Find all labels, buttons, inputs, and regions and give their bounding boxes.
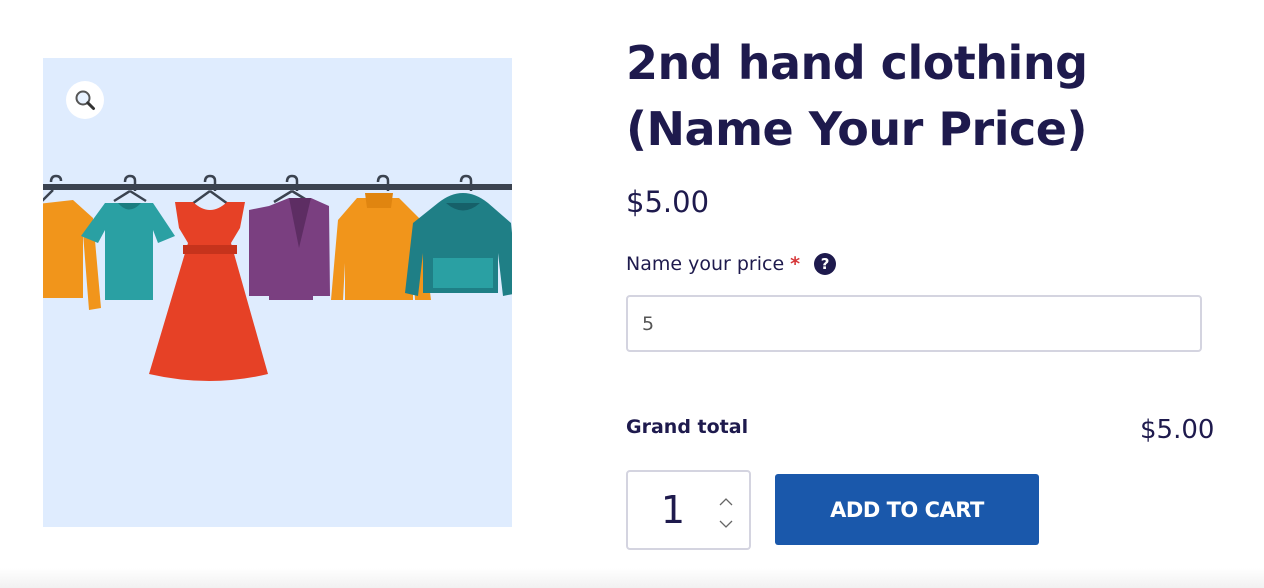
- product-image: [43, 174, 512, 381]
- name-your-price-input[interactable]: [626, 295, 1202, 352]
- name-your-price-label-text: Name your price: [626, 253, 785, 275]
- quantity-stepper[interactable]: 1: [626, 470, 751, 550]
- magnifier-icon: [75, 90, 95, 110]
- chevron-up-icon[interactable]: [718, 493, 734, 506]
- product-title-line-2: (Name Your Price): [626, 102, 1088, 156]
- product-gallery: [43, 58, 512, 527]
- add-to-cart-button[interactable]: ADD TO CART: [775, 474, 1039, 545]
- product-summary: 2nd hand clothing (Name Your Price) $5.0…: [626, 30, 1226, 550]
- grand-total-label: Grand total: [626, 416, 749, 438]
- name-your-price-label: Name your price * ?: [626, 253, 837, 275]
- quantity-value[interactable]: 1: [628, 488, 718, 532]
- question-circle-icon[interactable]: ?: [814, 253, 837, 275]
- product-title-line-1: 2nd hand clothing: [626, 36, 1088, 90]
- grand-total-value: $5.00: [1140, 415, 1215, 445]
- product-title: 2nd hand clothing (Name Your Price): [626, 30, 1096, 162]
- chevron-down-icon[interactable]: [718, 515, 734, 528]
- zoom-button[interactable]: [66, 81, 104, 119]
- quantity-arrows: [718, 493, 734, 528]
- required-mark: *: [790, 253, 801, 275]
- product-price: $5.00: [626, 185, 710, 219]
- page-bottom-shade: [0, 568, 1264, 588]
